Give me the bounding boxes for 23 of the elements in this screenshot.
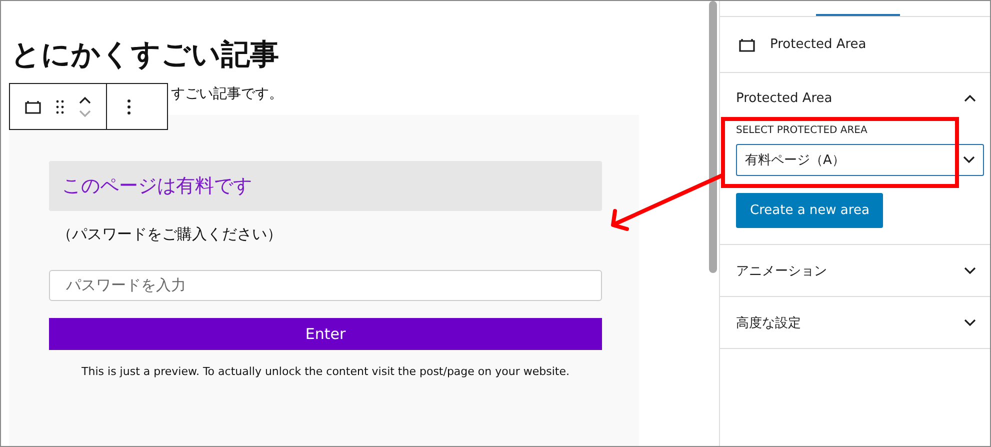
create-area-button[interactable]: Create a new area [736, 193, 884, 228]
expand-chevron-icon [964, 266, 976, 274]
panel-header[interactable]: アニメーション [736, 245, 984, 296]
block-type-icon[interactable] [24, 100, 42, 114]
more-options-icon[interactable] [127, 98, 131, 114]
password-field[interactable]: パスワードを入力 [49, 270, 602, 301]
select-label: SELECT PROTECTED AREA [736, 125, 868, 136]
panel-header[interactable]: Protected Area [736, 73, 984, 123]
post-title: とにかくすごい記事 [11, 36, 280, 73]
enter-button[interactable]: Enter [49, 318, 602, 350]
block-card-title: Protected Area [770, 37, 866, 52]
paragraph-text: すごい記事です。 [171, 85, 284, 103]
paywall-heading: このページは有料です [49, 161, 602, 211]
expand-chevron-icon [964, 318, 976, 326]
collapse-chevron-icon [964, 94, 976, 102]
drag-handle-icon[interactable] [56, 100, 64, 114]
scrollbar[interactable] [709, 1, 717, 273]
area-select[interactable]: 有料ページ（A） [736, 144, 984, 176]
dropdown-chevron-icon [963, 156, 975, 164]
block-type-icon [738, 38, 756, 52]
paywall-subtitle: （パスワードをご購入ください） [57, 225, 283, 244]
preview-note: This is just a preview. To actually unlock the content visit the post/page on your website. [80, 365, 570, 378]
panel-header[interactable]: 高度な設定 [736, 297, 984, 348]
